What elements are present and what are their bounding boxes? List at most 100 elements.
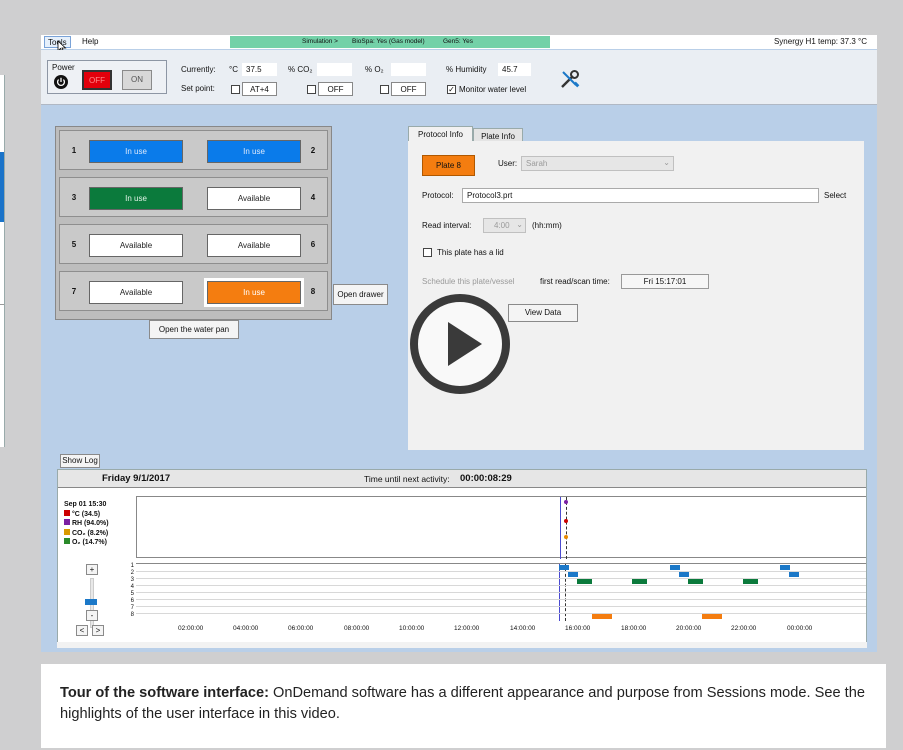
monitor-water-label: Monitor water level xyxy=(459,85,527,94)
simulation-status-bar: Simulation > BioSpa: Yes (Gas model) Gen… xyxy=(230,36,550,48)
timeline-scrollbar[interactable] xyxy=(57,642,867,648)
menu-bar: Tools Help Simulation > BioSpa: Yes (Gas… xyxy=(41,35,877,49)
protocol-field[interactable]: Protocol3.prt xyxy=(462,188,819,203)
slot-number-3: 3 xyxy=(71,193,77,202)
time-tick: 04:00:00 xyxy=(233,625,259,632)
zoom-in-button[interactable]: + xyxy=(86,564,98,575)
rh-marker xyxy=(564,500,568,504)
grid-line xyxy=(136,592,866,593)
read-interval-dropdown[interactable]: 4:00 ⌄ xyxy=(483,218,526,233)
time-axis: 02:00:00 04:00:00 06:00:00 08:00:00 10:0… xyxy=(136,625,866,635)
plate-schedule-grid xyxy=(136,563,866,621)
plate-8-button[interactable]: Plate 8 xyxy=(422,155,475,176)
row-label: 7 xyxy=(130,605,134,611)
o2-setpoint-value[interactable]: OFF xyxy=(391,82,426,96)
background-window-highlight xyxy=(0,152,4,222)
play-button-icon[interactable] xyxy=(408,292,512,396)
timeline-header: Friday 9/1/2017 Time until next activity… xyxy=(58,470,866,488)
row-label: 5 xyxy=(130,591,134,597)
timeline-date: Friday 9/1/2017 xyxy=(102,473,171,484)
schedule-block[interactable] xyxy=(568,572,578,577)
read-interval-unit: (hh:mm) xyxy=(532,221,562,230)
schedule-block[interactable] xyxy=(789,572,799,577)
timeline-right-button[interactable]: > xyxy=(92,625,104,636)
schedule-block[interactable] xyxy=(679,572,689,577)
schedule-block[interactable] xyxy=(592,614,612,619)
co2-setpoint-value[interactable]: OFF xyxy=(318,82,353,96)
schedule-label: Schedule this plate/vessel xyxy=(422,277,515,286)
schedule-block[interactable] xyxy=(702,614,722,619)
row-label: 6 xyxy=(130,598,134,604)
grid-line xyxy=(136,585,866,586)
schedule-block[interactable] xyxy=(743,579,758,584)
power-on-button[interactable]: ON xyxy=(122,70,152,90)
row-label: 3 xyxy=(130,577,134,583)
slot-7[interactable]: Available xyxy=(89,281,183,304)
grid-line xyxy=(136,599,866,600)
zoom-slider-thumb[interactable] xyxy=(85,599,97,605)
slot-4[interactable]: Available xyxy=(207,187,301,210)
plate-row-5-6: 5 Available Available 6 xyxy=(59,224,328,264)
plate-carousel: 1 In use In use 2 3 In use Available 4 5… xyxy=(55,126,332,320)
slot-5[interactable]: Available xyxy=(89,234,183,257)
environment-legend: Sep 01 15:30 °C (34.5) RH (94.0%) CO₂ (8… xyxy=(64,501,109,548)
open-water-pan-button[interactable]: Open the water pan xyxy=(149,320,239,339)
select-link[interactable]: Select xyxy=(824,191,846,200)
time-tick: 10:00:00 xyxy=(399,625,425,632)
first-read-field[interactable]: Fri 15:17:01 xyxy=(621,274,709,289)
zoom-out-button[interactable]: - xyxy=(86,610,98,621)
temp-setpoint-checkbox[interactable] xyxy=(231,85,240,94)
schedule-block[interactable] xyxy=(632,579,647,584)
open-drawer-button[interactable]: Open drawer xyxy=(333,284,388,305)
slot-number-1: 1 xyxy=(71,146,77,155)
plate-row-1-2: 1 In use In use 2 xyxy=(59,130,328,170)
schedule-block[interactable] xyxy=(688,579,703,584)
grid-line xyxy=(136,613,866,614)
slot-8[interactable]: In use xyxy=(204,278,304,307)
legend-co2: CO₂ (8.2%) xyxy=(64,528,109,539)
simulation-label[interactable]: Simulation > xyxy=(302,36,338,48)
slot-number-7: 7 xyxy=(71,287,77,296)
environment-chart xyxy=(136,496,866,559)
activity-timeline: Friday 9/1/2017 Time until next activity… xyxy=(57,469,867,648)
time-tick: 06:00:00 xyxy=(288,625,314,632)
time-tick: 22:00:00 xyxy=(731,625,757,632)
timeline-left-button[interactable]: < xyxy=(76,625,88,636)
slot-number-8: 8 xyxy=(310,287,316,296)
time-tick: 12:00:00 xyxy=(454,625,480,632)
monitor-water-checkbox[interactable]: ✓ xyxy=(447,85,456,94)
current-time-line xyxy=(560,497,561,559)
user-dropdown-value: Sarah xyxy=(526,159,548,168)
background-window-edge xyxy=(0,75,5,447)
slot-2[interactable]: In use xyxy=(207,140,301,163)
slot-6[interactable]: Available xyxy=(207,234,301,257)
co2-label: % CO₂ xyxy=(288,65,313,74)
o2-setpoint-checkbox[interactable] xyxy=(380,85,389,94)
schedule-block[interactable] xyxy=(559,565,569,570)
row-label: 8 xyxy=(130,612,134,618)
slot-3[interactable]: In use xyxy=(89,187,183,210)
lid-checkbox[interactable] xyxy=(423,248,432,257)
schedule-block[interactable] xyxy=(577,579,592,584)
co2-current-value xyxy=(317,63,352,76)
power-off-button[interactable]: OFF xyxy=(82,70,112,90)
video-caption: Tour of the software interface: OnDemand… xyxy=(41,664,886,748)
read-interval-value: 4:00 xyxy=(494,221,510,230)
view-data-button[interactable]: View Data xyxy=(508,304,578,322)
co2-setpoint-checkbox[interactable] xyxy=(307,85,316,94)
schedule-block[interactable] xyxy=(780,565,790,570)
user-dropdown[interactable]: Sarah ⌄ xyxy=(521,156,674,171)
schedule-block[interactable] xyxy=(670,565,680,570)
power-icon[interactable] xyxy=(54,75,68,89)
wrench-screwdriver-icon[interactable] xyxy=(559,68,581,90)
show-log-button[interactable]: Show Log xyxy=(60,454,100,468)
row-label: 4 xyxy=(130,584,134,590)
menu-help[interactable]: Help xyxy=(79,36,101,48)
legend-temp: °C (34.5) xyxy=(64,509,109,520)
time-tick: 16:00:00 xyxy=(565,625,591,632)
next-activity-value: 00:00:08:29 xyxy=(460,473,512,484)
next-activity-line xyxy=(566,497,567,559)
slot-1[interactable]: In use xyxy=(89,140,183,163)
time-tick: 02:00:00 xyxy=(178,625,204,632)
temp-setpoint-value[interactable]: AT+4 xyxy=(242,82,277,96)
